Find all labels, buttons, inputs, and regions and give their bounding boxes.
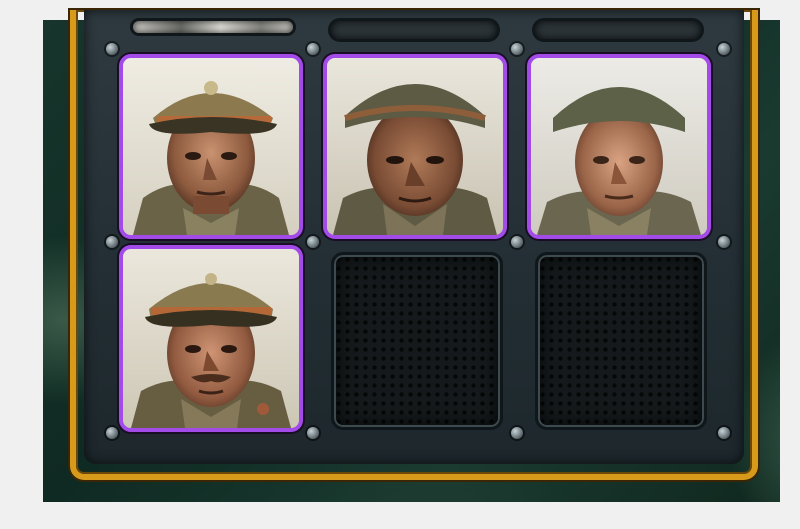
- helmet-soldier-portrait-icon: [327, 58, 503, 235]
- rivet-icon: [106, 236, 118, 248]
- rivet-icon: [307, 43, 319, 55]
- officer-portrait-icon: [123, 249, 299, 428]
- hero-slot-officer-cap[interactable]: [119, 54, 303, 239]
- officer-portrait-icon: [123, 58, 299, 235]
- rivet-icon: [307, 236, 319, 248]
- hero-slot-empty[interactable]: [535, 252, 707, 430]
- rivet-icon: [511, 236, 523, 248]
- rivet-icon: [106, 427, 118, 439]
- hero-slot-top-middle[interactable]: [328, 18, 500, 42]
- rivet-icon: [511, 427, 523, 439]
- rivet-icon: [307, 427, 319, 439]
- hero-slot-top-right[interactable]: [532, 18, 704, 42]
- hero-slot-officer-mustache[interactable]: [119, 245, 303, 432]
- hero-slot-top-left[interactable]: [130, 18, 296, 36]
- helmet-soldier-portrait-icon: [531, 58, 707, 235]
- hero-slot-empty[interactable]: [331, 252, 503, 430]
- hero-slot-helmet-older[interactable]: [323, 54, 507, 239]
- hero-slot-helmet-younger[interactable]: [527, 54, 711, 239]
- rivet-icon: [718, 427, 730, 439]
- rivet-icon: [511, 43, 523, 55]
- rivet-icon: [106, 43, 118, 55]
- rivet-icon: [718, 43, 730, 55]
- rivet-icon: [718, 236, 730, 248]
